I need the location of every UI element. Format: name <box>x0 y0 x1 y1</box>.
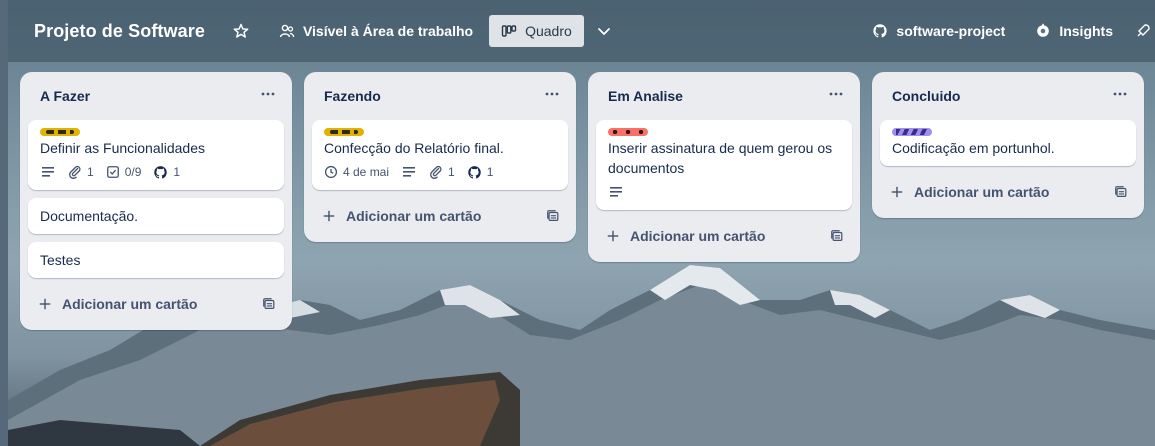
add-card-button[interactable]: Adicionar um cartão <box>880 174 1136 210</box>
description-icon <box>403 167 416 177</box>
card-label-red[interactable] <box>608 128 648 136</box>
board-view-icon <box>501 25 517 37</box>
add-card-button[interactable]: Adicionar um cartão <box>28 286 284 322</box>
view-switcher-button[interactable] <box>588 15 620 47</box>
list-title[interactable]: A Fazer <box>40 88 90 104</box>
list-title[interactable]: Concluido <box>892 88 960 104</box>
plus-icon <box>323 210 335 222</box>
github-icon <box>154 165 168 179</box>
board-view-label: Quadro <box>525 23 572 39</box>
chevron-down-icon <box>597 28 610 35</box>
checklist-badge: 0/9 <box>106 162 142 182</box>
due-date-badge[interactable]: 4 de mai <box>324 162 389 182</box>
card-template-icon[interactable] <box>262 297 276 311</box>
insights-button[interactable]: Insights <box>1027 15 1121 47</box>
card-template-icon[interactable] <box>1114 185 1128 199</box>
add-card-label: Adicionar um cartão <box>346 208 482 224</box>
list-menu-button[interactable] <box>256 86 280 107</box>
description-badge <box>40 164 56 180</box>
card[interactable]: Confecção do Relatório final. 4 de mai 1… <box>312 120 568 190</box>
list-concluido: Concluido Codificação em portunhol. Adic… <box>872 72 1144 218</box>
star-icon <box>233 23 249 38</box>
card-title: Inserir assinatura de quem gerou os docu… <box>608 140 833 176</box>
card-label-purple[interactable] <box>892 128 932 136</box>
card-label-yellow[interactable] <box>40 128 80 136</box>
clock-icon <box>324 165 338 179</box>
list-a-fazer: A Fazer Definir as Funcionalidades 1 0/9 <box>20 72 292 330</box>
list-fazendo: Fazendo Confecção do Relatório final. 4 … <box>304 72 576 242</box>
rocket-icon <box>1137 24 1150 37</box>
plus-icon <box>39 298 51 310</box>
github-count: 1 <box>173 165 181 179</box>
github-icon <box>467 165 481 179</box>
star-button[interactable] <box>225 15 257 47</box>
board-view-button[interactable]: Quadro <box>489 15 584 47</box>
add-card-button[interactable]: Adicionar um cartão <box>312 198 568 234</box>
paperclip-icon <box>69 165 81 179</box>
card-label-yellow[interactable] <box>324 128 364 136</box>
list-menu-button[interactable] <box>1108 86 1132 107</box>
github-repo-button[interactable]: software-project <box>864 15 1013 47</box>
card-title: Confecção do Relatório final. <box>324 140 504 156</box>
description-badge <box>608 184 624 200</box>
insights-icon <box>1037 23 1050 37</box>
github-count: 1 <box>486 165 494 179</box>
add-card-label: Adicionar um cartão <box>630 228 766 244</box>
card-title: Documentação. <box>40 208 139 224</box>
more-horizontal-icon <box>261 92 275 95</box>
more-horizontal-icon <box>1113 92 1127 95</box>
list-title[interactable]: Fazendo <box>324 88 381 104</box>
list-menu-button[interactable] <box>824 86 848 107</box>
add-card-label: Adicionar um cartão <box>914 184 1050 200</box>
description-icon <box>42 167 54 177</box>
github-icon <box>873 24 888 38</box>
attachments-badge: 1 <box>429 162 455 182</box>
board-header: Projeto de Software Visível à Área de tr… <box>8 0 1155 62</box>
plus-icon <box>891 186 903 198</box>
board-title[interactable]: Projeto de Software <box>34 21 205 42</box>
card[interactable]: Testes <box>28 242 284 278</box>
add-card-label: Adicionar um cartão <box>62 296 198 312</box>
due-date-text: 4 de mai <box>343 165 390 179</box>
visibility-button[interactable]: Visível à Área de trabalho <box>271 15 481 47</box>
card-template-icon[interactable] <box>830 229 844 243</box>
add-card-button[interactable]: Adicionar um cartão <box>596 218 852 254</box>
visibility-label: Visível à Área de trabalho <box>302 23 474 39</box>
automation-button[interactable] <box>1135 15 1155 47</box>
github-badge: 1 <box>153 162 180 182</box>
list-title[interactable]: Em Analise <box>608 88 683 104</box>
insights-label: Insights <box>1059 23 1113 39</box>
card-title: Testes <box>40 252 81 268</box>
card-title: Definir as Funcionalidades <box>40 140 205 156</box>
checklist-icon <box>106 166 119 178</box>
description-badge <box>401 164 417 180</box>
description-icon <box>610 187 622 197</box>
list-menu-button[interactable] <box>540 86 564 107</box>
card-template-icon[interactable] <box>546 209 560 223</box>
card[interactable]: Definir as Funcionalidades 1 0/9 1 <box>28 120 284 190</box>
paperclip-icon <box>430 165 442 179</box>
github-repo-label: software-project <box>896 23 1006 39</box>
github-badge: 1 <box>467 162 494 182</box>
card[interactable]: Documentação. <box>28 198 284 234</box>
card-title: Codificação em portunhol. <box>892 140 1055 156</box>
workspace-members-icon <box>279 24 295 38</box>
attachments-count: 1 <box>448 165 455 179</box>
more-horizontal-icon <box>545 92 559 95</box>
plus-icon <box>607 230 619 242</box>
attachments-badge: 1 <box>68 162 94 182</box>
card[interactable]: Codificação em portunhol. <box>880 120 1136 166</box>
card[interactable]: Inserir assinatura de quem gerou os docu… <box>596 120 852 210</box>
list-em-analise: Em Analise Inserir assinatura de quem ge… <box>588 72 860 262</box>
attachments-count: 1 <box>87 165 94 179</box>
more-horizontal-icon <box>829 92 843 95</box>
checklist-count: 0/9 <box>124 165 142 179</box>
